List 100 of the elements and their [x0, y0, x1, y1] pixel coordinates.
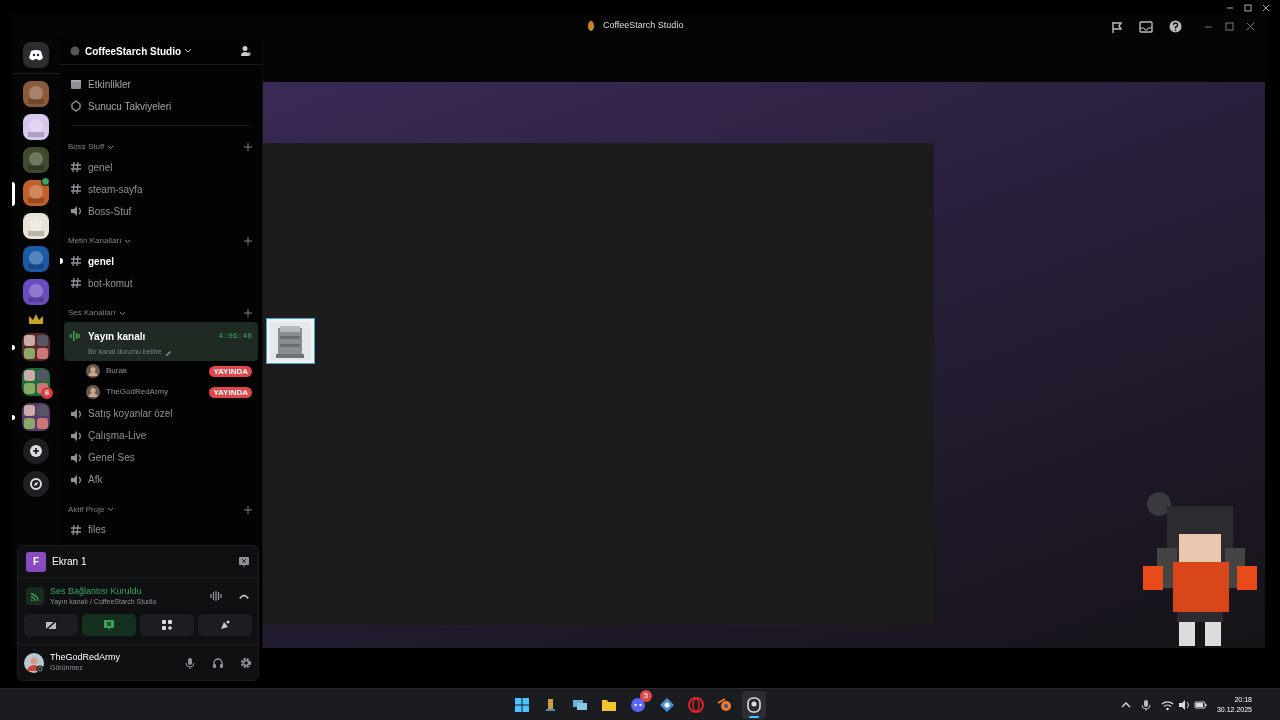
- channel-item[interactable]: Satış koyanlar özel: [64, 402, 258, 425]
- activities-icon: [161, 619, 173, 631]
- server-name[interactable]: CoffeeStarch Studio: [85, 43, 182, 59]
- pencil-icon[interactable]: [164, 348, 172, 356]
- chevron-down-icon[interactable]: [118, 310, 126, 316]
- voice-control-button[interactable]: [140, 614, 194, 636]
- category-header[interactable]: Boss Stuff: [68, 141, 105, 153]
- speaker-icon: [70, 473, 82, 486]
- window-title: CoffeeStarch Studio: [603, 19, 684, 32]
- sidebar-item[interactable]: Sunucu Takviyeleri: [64, 95, 258, 117]
- chat-app-icon: [630, 697, 646, 713]
- add-channel-icon[interactable]: [244, 309, 252, 317]
- hash-icon: [70, 183, 82, 195]
- channel-item[interactable]: bot-komut: [64, 272, 258, 294]
- soundboard-icon: [219, 619, 231, 631]
- channel-item[interactable]: files: [64, 518, 258, 541]
- channel-item[interactable]: steam-sayfa: [64, 178, 258, 200]
- server-icon: [70, 46, 80, 56]
- channel-item[interactable]: genel: [64, 250, 258, 272]
- battery-icon[interactable]: [1193, 698, 1207, 711]
- settings-icon[interactable]: [240, 656, 252, 669]
- maximize-icon[interactable]: [1225, 22, 1234, 31]
- boost-icon: [70, 100, 82, 112]
- stream-avatar: F: [26, 551, 46, 572]
- server-icon[interactable]: [23, 180, 49, 206]
- blender-icon: [717, 697, 733, 713]
- notification-badge: 6: [41, 387, 53, 399]
- category-header[interactable]: Aktif Proje: [68, 503, 105, 516]
- sidebar-item[interactable]: Etkinlikler: [64, 73, 258, 95]
- volume-icon[interactable]: [1177, 698, 1190, 711]
- start-icon: [514, 697, 530, 713]
- chevron-down-icon[interactable]: [124, 238, 132, 244]
- channel-item[interactable]: Boss-Stuf: [64, 200, 258, 222]
- microphone-icon[interactable]: [1140, 698, 1151, 711]
- hash-icon: [70, 277, 82, 289]
- help-icon[interactable]: [1169, 20, 1182, 33]
- hash-icon: [70, 523, 82, 536]
- network-app-icon: [659, 697, 675, 713]
- close-icon[interactable]: [1246, 22, 1255, 31]
- camera-off-icon: [45, 619, 57, 631]
- screen-share-icon: [103, 619, 115, 631]
- recorder-icon: [746, 697, 762, 713]
- chevron-up-icon[interactable]: [1120, 700, 1131, 709]
- notification-badge: 5: [640, 690, 652, 702]
- server-icon[interactable]: [23, 213, 49, 239]
- folder-icon: [601, 697, 617, 713]
- channel-item[interactable]: Afk: [64, 468, 258, 491]
- stop-stream-icon[interactable]: [238, 555, 250, 568]
- thumbnail[interactable]: [266, 318, 315, 364]
- category-header[interactable]: Ses Kanalları: [68, 307, 116, 319]
- headphones-icon[interactable]: [212, 656, 224, 669]
- channel-item[interactable]: Genel Ses: [64, 446, 258, 469]
- invite-icon[interactable]: [240, 45, 252, 57]
- calendar-icon: [70, 78, 82, 90]
- server-folder[interactable]: [22, 333, 50, 361]
- category-header[interactable]: Metin Kanalları: [68, 235, 122, 247]
- member-name[interactable]: TheGodRedArmy: [106, 386, 169, 398]
- speaker-icon: [70, 429, 82, 442]
- username: TheGodRedArmy: [50, 652, 121, 663]
- live-badge: YAYINDA: [209, 386, 252, 398]
- flag-icon[interactable]: [1111, 20, 1123, 33]
- add-channel-icon[interactable]: [244, 237, 252, 245]
- user-avatar: [24, 652, 44, 673]
- taskbar-app[interactable]: 5: [626, 691, 650, 719]
- add-channel-icon[interactable]: [244, 143, 252, 151]
- chevron-down-icon[interactable]: [107, 144, 115, 150]
- speaker-icon: [70, 451, 82, 464]
- speaker-icon: [70, 205, 82, 217]
- voice-control-button[interactable]: [24, 614, 78, 636]
- server-folder[interactable]: [22, 403, 50, 431]
- server-icon[interactable]: [23, 81, 49, 107]
- maximize-icon[interactable]: [1244, 3, 1252, 12]
- close-icon[interactable]: [1262, 3, 1270, 12]
- signal-icon[interactable]: [30, 591, 40, 601]
- add-channel-icon[interactable]: [244, 505, 252, 514]
- noise-suppression-icon[interactable]: [210, 590, 222, 602]
- microphone-icon[interactable]: [184, 656, 196, 669]
- add-server-button[interactable]: [23, 438, 49, 464]
- channel-item[interactable]: Çalışma-Live: [64, 424, 258, 447]
- stream-timer: 4:06:46: [218, 330, 252, 342]
- user-avatar: [86, 364, 100, 378]
- hash-icon: [70, 161, 82, 173]
- compass-icon[interactable]: [30, 478, 42, 490]
- inbox-icon[interactable]: [1139, 20, 1153, 33]
- discover-button[interactable]: [23, 471, 49, 497]
- home-button[interactable]: [23, 42, 49, 68]
- user-avatar: [86, 385, 100, 399]
- taskbar-app[interactable]: [742, 691, 766, 719]
- app-logo-icon[interactable]: [28, 48, 44, 62]
- server-icon[interactable]: [23, 114, 49, 140]
- hash-icon: [70, 255, 82, 267]
- voice-control-button[interactable]: [82, 614, 136, 636]
- chevron-down-icon[interactable]: [107, 507, 115, 512]
- chevron-down-icon[interactable]: [184, 48, 193, 54]
- live-badge: YAYINDA: [209, 365, 252, 377]
- server-folder[interactable]: [22, 368, 50, 396]
- channel-item[interactable]: genel: [64, 156, 258, 178]
- wifi-icon[interactable]: [1160, 698, 1174, 711]
- plus-icon[interactable]: [30, 445, 42, 457]
- member-name[interactable]: Burak: [106, 365, 127, 377]
